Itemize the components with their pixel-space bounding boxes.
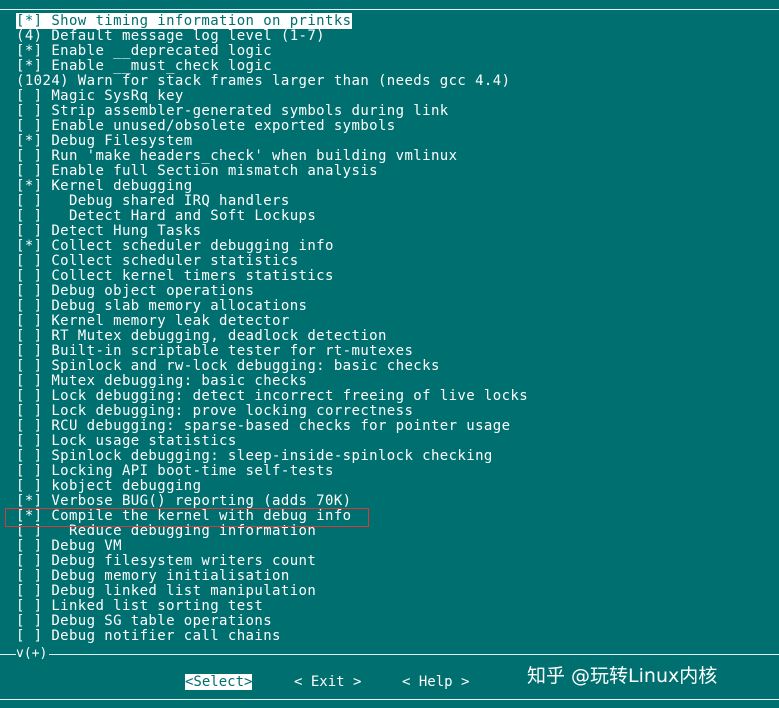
- menu-item[interactable]: [ ] Strip assembler-generated symbols du…: [16, 104, 528, 119]
- menu-item-text: [*] Verbose BUG() reporting (adds 70K): [16, 493, 352, 509]
- menu-item-text: [ ] Debug notifier call chains: [16, 628, 281, 644]
- menu-item-text: [ ] RCU debugging: sparse-based checks f…: [16, 418, 511, 434]
- menuconfig-screen: [*] Show timing information on printks (4…: [0, 0, 779, 708]
- menu-item[interactable]: [ ] Collect scheduler statistics: [16, 254, 528, 269]
- menu-item[interactable]: [ ] Debug slab memory allocations: [16, 299, 528, 314]
- menu-item-text: [ ] Locking API boot-time self-tests: [16, 463, 334, 479]
- menu-item[interactable]: [*] Enable __must_check logic: [16, 59, 528, 74]
- menu-item[interactable]: [ ] Debug notifier call chains: [16, 629, 528, 644]
- menu-item-text: [ ] Enable full Section mismatch analysi…: [16, 163, 378, 179]
- menu-item[interactable]: [ ] RT Mutex debugging, deadlock detecti…: [16, 329, 528, 344]
- menu-item[interactable]: [ ] Built-in scriptable tester for rt-mu…: [16, 344, 528, 359]
- menu-item[interactable]: [ ] Debug linked list manipulation: [16, 584, 528, 599]
- menu-item[interactable]: (1024) Warn for stack frames larger than…: [16, 74, 528, 89]
- select-button[interactable]: <Select>: [185, 674, 253, 690]
- menu-item-text: [ ] Collect scheduler statistics: [16, 253, 299, 269]
- menu-item[interactable]: [ ] Debug filesystem writers count: [16, 554, 528, 569]
- menu-item[interactable]: (4) Default message log level (1-7): [16, 29, 528, 44]
- menu-item-text: [*] Debug Filesystem: [16, 133, 193, 149]
- kernel-hacking-menu: [*] Show timing information on printks (4…: [16, 13, 528, 644]
- menu-item-text: [ ] Debug shared IRQ handlers: [16, 193, 290, 209]
- menu-item-text: [ ] Built-in scriptable tester for rt-mu…: [16, 343, 414, 359]
- menu-item-text: [ ] Spinlock and rw-lock debugging: basi…: [16, 358, 440, 374]
- menu-item[interactable]: [ ] Magic SysRq key: [16, 89, 528, 104]
- menu-item-text: [ ] Run 'make headers_check' when buildi…: [16, 148, 458, 164]
- menu-item[interactable]: [*] Enable __deprecated logic: [16, 44, 528, 59]
- menu-item-text: [*] Enable __must_check logic: [16, 58, 273, 74]
- menu-item-text: [*] Collect scheduler debugging info: [16, 238, 334, 254]
- menu-item[interactable]: [ ] Enable full Section mismatch analysi…: [16, 164, 528, 179]
- menu-item-text: [ ] kobject debugging: [16, 478, 202, 494]
- menu-item[interactable]: [ ] RCU debugging: sparse-based checks f…: [16, 419, 528, 434]
- menu-item[interactable]: [ ] Debug SG table operations: [16, 614, 528, 629]
- menu-item[interactable]: [ ] Debug VM: [16, 539, 528, 554]
- menu-item[interactable]: [ ] Kernel memory leak detector: [16, 314, 528, 329]
- menu-item[interactable]: [ ] Debug object operations: [16, 284, 528, 299]
- menu-item[interactable]: [*] Debug Filesystem: [16, 134, 528, 149]
- top-border: [0, 9, 779, 10]
- menu-item[interactable]: [*] Collect scheduler debugging info: [16, 239, 528, 254]
- menu-item-text: [ ] Detect Hard and Soft Lockups: [16, 208, 317, 224]
- menu-item[interactable]: [ ] Lock debugging: detect incorrect fre…: [16, 389, 528, 404]
- menu-item-text: [ ] Debug memory initialisation: [16, 568, 290, 584]
- menu-item-text: [ ] Debug SG table operations: [16, 613, 273, 629]
- menu-item-text: (1024) Warn for stack frames larger than…: [16, 73, 511, 89]
- menu-item[interactable]: [ ] Debug memory initialisation: [16, 569, 528, 584]
- menu-item[interactable]: [ ] Debug shared IRQ handlers: [16, 194, 528, 209]
- watermark: 知乎 @玩转Linux内核: [527, 665, 718, 687]
- menu-item-text: [ ] Collect kernel timers statistics: [16, 268, 334, 284]
- menu-item-text: [ ] Debug slab memory allocations: [16, 298, 308, 314]
- menu-item-text: [*] Kernel debugging: [16, 178, 193, 194]
- menu-item-text: [ ] RT Mutex debugging, deadlock detecti…: [16, 328, 387, 344]
- menu-item-text: [ ] Debug filesystem writers count: [16, 553, 317, 569]
- menu-item[interactable]: [ ] Spinlock debugging: sleep-inside-spi…: [16, 449, 528, 464]
- menu-item[interactable]: [ ] kobject debugging: [16, 479, 528, 494]
- menu-item-text: [ ] Strip assembler-generated symbols du…: [16, 103, 449, 119]
- menu-item-text: [ ] Debug linked list manipulation: [16, 583, 317, 599]
- menu-item[interactable]: [ ] Spinlock and rw-lock debugging: basi…: [16, 359, 528, 374]
- exit-button[interactable]: < Exit >: [294, 674, 361, 690]
- annotation-highlight-box: [5, 508, 369, 527]
- menu-item-text: [*] Enable __deprecated logic: [16, 43, 273, 59]
- menu-item-text: [ ] Kernel memory leak detector: [16, 313, 290, 329]
- menu-item[interactable]: [ ] Run 'make headers_check' when buildi…: [16, 149, 528, 164]
- menu-item[interactable]: [ ] Linked list sorting test: [16, 599, 528, 614]
- menu-item-text: [ ] Debug VM: [16, 538, 122, 554]
- menu-item-text: (4) Default message log level (1-7): [16, 28, 326, 44]
- menu-item[interactable]: [ ] Detect Hung Tasks: [16, 224, 528, 239]
- menu-item-text: [ ] Spinlock debugging: sleep-inside-spi…: [16, 448, 493, 464]
- menu-item[interactable]: [ ] Mutex debugging: basic checks: [16, 374, 528, 389]
- menu-item-text: [ ] Mutex debugging: basic checks: [16, 373, 308, 389]
- menu-item[interactable]: [ ] Lock usage statistics: [16, 434, 528, 449]
- menu-item[interactable]: [ ] Collect kernel timers statistics: [16, 269, 528, 284]
- menu-item[interactable]: [*] Show timing information on printks: [16, 13, 528, 29]
- menu-item[interactable]: [*] Verbose BUG() reporting (adds 70K): [16, 494, 528, 509]
- menu-item[interactable]: [ ] Enable unused/obsolete exported symb…: [16, 119, 528, 134]
- menu-item-text: [ ] Lock usage statistics: [16, 433, 237, 449]
- menu-item-text: [ ] Magic SysRq key: [16, 88, 184, 104]
- menu-item-text: [ ] Detect Hung Tasks: [16, 223, 202, 239]
- menu-item[interactable]: [ ] Locking API boot-time self-tests: [16, 464, 528, 479]
- menu-item-text: [ ] Linked list sorting test: [16, 598, 264, 614]
- scroll-indicator: v(+): [16, 646, 50, 661]
- menu-item-text: [ ] Lock debugging: detect incorrect fre…: [16, 388, 529, 404]
- menu-item-text: [*] Show timing information on printks: [16, 13, 352, 29]
- menu-item-text: [ ] Enable unused/obsolete exported symb…: [16, 118, 396, 134]
- bottom-border: [0, 699, 779, 700]
- menu-item[interactable]: [ ] Lock debugging: prove locking correc…: [16, 404, 528, 419]
- menu-item[interactable]: [ ] Detect Hard and Soft Lockups: [16, 209, 528, 224]
- menu-item[interactable]: [*] Kernel debugging: [16, 179, 528, 194]
- menu-bottom-border: [0, 654, 779, 655]
- menu-item-text: [ ] Lock debugging: prove locking correc…: [16, 403, 414, 419]
- help-button[interactable]: < Help >: [402, 674, 469, 690]
- menu-item-text: [ ] Debug object operations: [16, 283, 255, 299]
